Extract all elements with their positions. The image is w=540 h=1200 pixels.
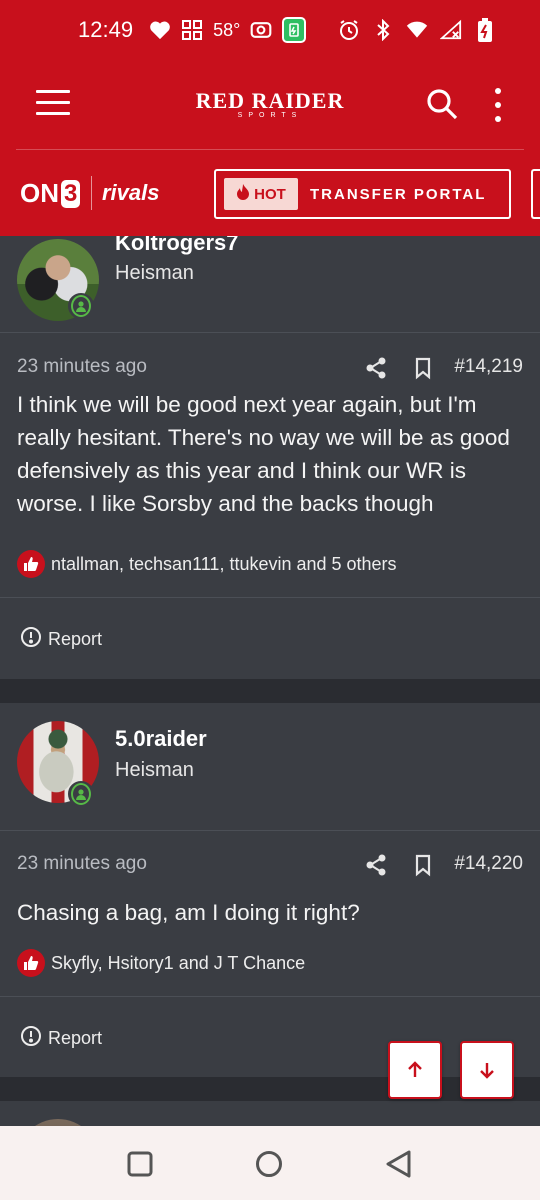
report-button[interactable]: Report	[20, 1025, 102, 1052]
battery-saver-icon	[282, 17, 307, 43]
alarm-icon	[338, 19, 360, 41]
share-icon[interactable]	[364, 356, 388, 380]
brand-sub: SPORTS	[237, 112, 303, 119]
status-temperature: 58°	[213, 19, 241, 40]
thread-content[interactable]: Koltrogers7 Heisman 23 minutes ago #14,2…	[0, 236, 540, 1126]
reactions-text: ntallman, techsan111, ttukevin and 5 oth…	[51, 553, 397, 574]
bookmark-icon[interactable]	[411, 356, 435, 380]
search-icon[interactable]	[426, 88, 458, 120]
battery-icon	[474, 18, 496, 42]
report-label: Report	[48, 1028, 103, 1048]
status-time: 12:49	[78, 17, 134, 42]
post-separator	[0, 1077, 540, 1101]
transfer-portal-label: TRANSFER PORTAL	[310, 185, 487, 203]
post-separator	[0, 679, 540, 703]
report-label: Report	[48, 629, 103, 649]
like-icon	[17, 550, 45, 578]
system-nav-bar	[0, 1126, 540, 1200]
recents-button[interactable]	[126, 1150, 154, 1183]
reactions-text: Skyfly, Hsitory1 and J T Chance	[51, 952, 306, 973]
back-button[interactable]	[384, 1148, 414, 1185]
alert-circle-icon	[20, 1025, 42, 1052]
home-button[interactable]	[254, 1149, 284, 1184]
next-partner-pill[interactable]	[531, 169, 540, 219]
post-time[interactable]: 23 minutes ago	[17, 356, 147, 378]
hot-badge: HOT	[224, 178, 298, 210]
post-header: Koltrogers7 Heisman	[0, 236, 540, 333]
on3-prefix: ON	[20, 178, 59, 208]
alert-circle-icon	[20, 626, 42, 653]
user-rank: Heisman	[115, 262, 194, 284]
avatar[interactable]	[17, 1119, 99, 1126]
on3-suffix: 3	[61, 179, 81, 208]
post-number[interactable]: #14,219	[454, 356, 523, 378]
status-bar: 12:49 58°	[0, 0, 540, 60]
bluetooth-icon	[372, 19, 394, 41]
reactions-summary[interactable]: Skyfly, Hsitory1 and J T Chance	[17, 949, 305, 977]
hot-label: HOT	[254, 185, 286, 203]
site-logo[interactable]: RED RAIDER SPORTS	[0, 88, 540, 119]
online-status-icon	[68, 293, 94, 319]
post-divider	[0, 597, 540, 598]
user-rank: Heisman	[115, 759, 194, 781]
app-bar: RED RAIDER SPORTS	[0, 60, 540, 150]
scroll-up-button[interactable]	[388, 1041, 442, 1099]
scroll-down-button[interactable]	[460, 1041, 514, 1099]
hotspot-icon	[250, 19, 272, 41]
report-button[interactable]: Report	[20, 626, 102, 653]
post-username[interactable]: Koltrogers7	[115, 236, 238, 256]
reactions-summary[interactable]: ntallman, techsan111, ttukevin and 5 oth…	[17, 550, 397, 578]
heart-icon	[149, 19, 171, 41]
online-status-icon	[68, 781, 94, 807]
partner-bar: ON 3 rivals HOT TRANSFER PORTAL	[0, 150, 540, 236]
flame-icon	[236, 183, 250, 205]
signal-icon	[440, 19, 462, 41]
transfer-portal-button[interactable]: HOT TRANSFER PORTAL	[214, 169, 511, 219]
grid-app-icon	[181, 19, 203, 41]
post-username[interactable]: 5.0raider	[115, 726, 207, 752]
wifi-icon	[406, 19, 428, 41]
brand-name: RED RAIDER	[195, 88, 345, 113]
post-card	[0, 1101, 540, 1126]
post-card: 5.0raider Heisman 23 minutes ago #14,220…	[0, 703, 540, 1077]
post-time[interactable]: 23 minutes ago	[17, 853, 147, 875]
rivals-logo[interactable]: rivals	[102, 180, 160, 206]
post-divider	[0, 996, 540, 997]
post-body: Chasing a bag, am I doing it right?	[17, 900, 360, 925]
post-card: Koltrogers7 Heisman 23 minutes ago #14,2…	[0, 236, 540, 679]
share-icon[interactable]	[364, 853, 388, 877]
more-options-icon[interactable]	[490, 88, 506, 122]
post-number[interactable]: #14,220	[454, 853, 523, 875]
partner-divider	[91, 176, 92, 210]
on3-logo[interactable]: ON 3	[20, 178, 81, 209]
post-body: I think we will be good next year again,…	[17, 392, 510, 516]
bookmark-icon[interactable]	[411, 853, 435, 877]
like-icon	[17, 949, 45, 977]
post-header: 5.0raider Heisman	[0, 703, 540, 831]
